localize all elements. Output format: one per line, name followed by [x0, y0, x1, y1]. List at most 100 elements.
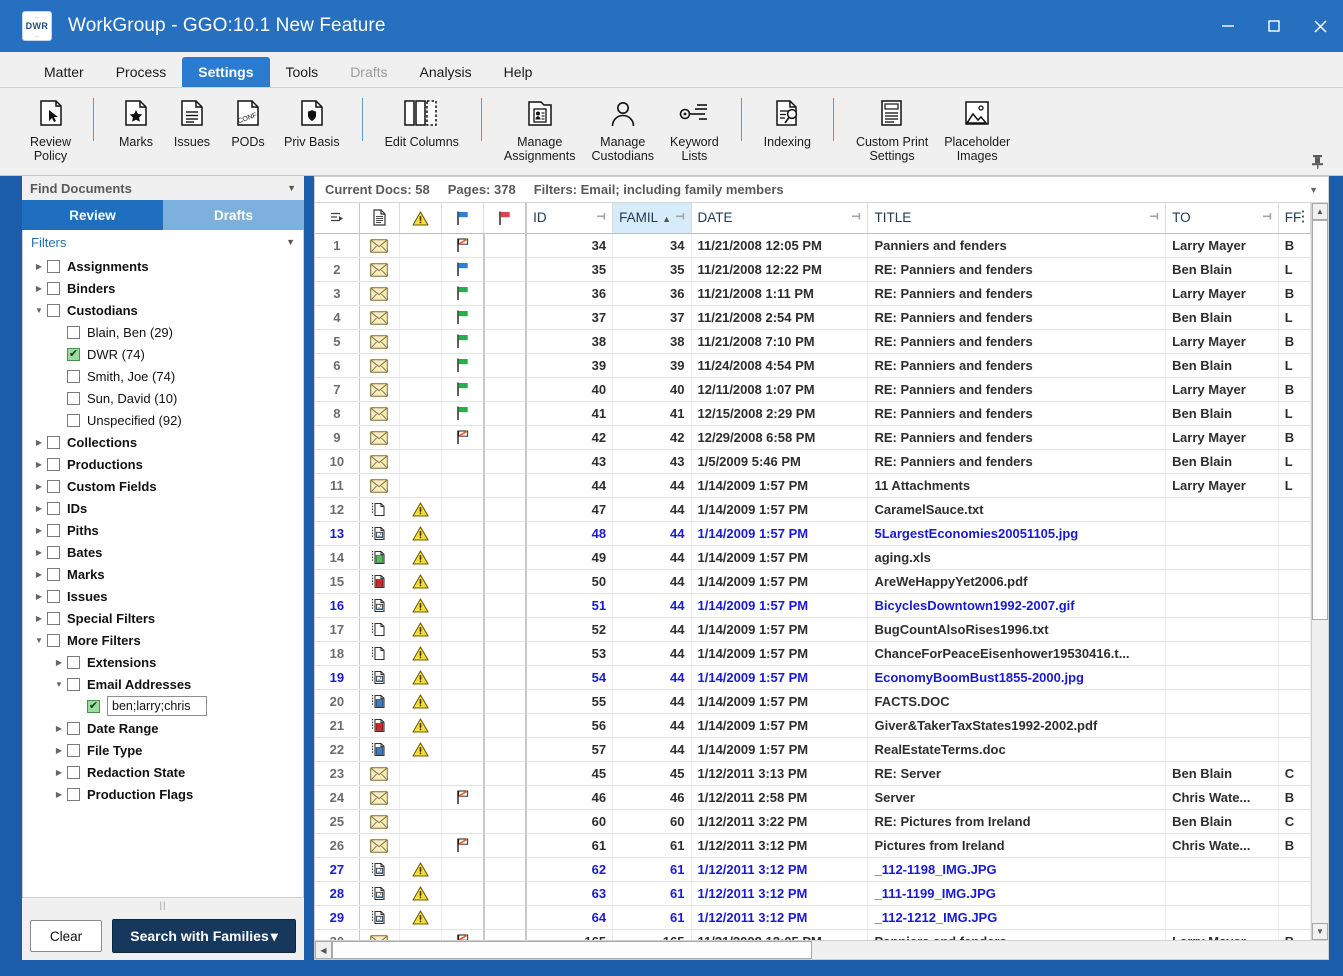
column-pin-icon[interactable] [1262, 210, 1274, 225]
search-with-families-button[interactable]: Search with Families ▾ [112, 919, 296, 953]
menu-item-tools[interactable]: Tools [270, 57, 335, 87]
chevron-right-icon[interactable]: ▶ [31, 482, 47, 491]
ribbon-button-marks[interactable]: Marks [108, 88, 164, 175]
minimize-button[interactable] [1205, 0, 1251, 52]
ribbon-button-manage-custodians[interactable]: Manage Custodians [583, 88, 662, 175]
table-row[interactable]: 14 49 44 1/14/2009 1:57 PM aging.xls [315, 545, 1312, 570]
chevron-right-icon[interactable]: ▶ [51, 658, 67, 667]
clear-button[interactable]: Clear [30, 920, 102, 952]
table-row[interactable]: 7 40 40 12/11/2008 1:07 PM RE: Panniers and … [315, 377, 1312, 402]
menu-item-process[interactable]: Process [100, 57, 183, 87]
filter-item-productions[interactable]: ▶ Productions [23, 453, 303, 475]
column-header-to[interactable]: TO [1165, 203, 1279, 234]
table-row[interactable]: 5 38 38 11/21/2008 7:10 PM RE: Panniers and … [315, 329, 1312, 354]
table-row[interactable]: 28 63 61 1/12/2011 3:12 PM _111-1199_IMG.JPG [315, 881, 1312, 906]
table-row[interactable]: 15 50 44 1/14/2009 1:57 PM AreWeHappyYet2006… [315, 569, 1312, 594]
chevron-right-icon[interactable]: ▶ [31, 614, 47, 623]
filter-item-date-range[interactable]: ▶ Date Range [23, 717, 303, 739]
filter-checkbox[interactable] [67, 347, 80, 361]
chevron-right-icon[interactable]: ▶ [31, 262, 47, 271]
menu-item-help[interactable]: Help [488, 57, 549, 87]
table-row[interactable]: 9 42 42 12/29/2008 6:58 PM RE: Panniers and … [315, 425, 1312, 450]
filter-item-issues[interactable]: ▶ Issues [23, 585, 303, 607]
column-header-doctype[interactable] [359, 203, 400, 234]
scroll-down-button[interactable]: ▼ [1312, 923, 1328, 940]
chevron-right-icon[interactable]: ▶ [31, 548, 47, 557]
filter-item-bates[interactable]: ▶ Bates [23, 541, 303, 563]
filter-checkbox[interactable] [67, 413, 80, 427]
table-row[interactable]: 26 61 61 1/12/2011 3:12 PM Pictures from Ire… [315, 833, 1312, 858]
menu-item-matter[interactable]: Matter [28, 57, 100, 87]
filter-checkbox[interactable] [67, 325, 80, 339]
table-row[interactable]: 16 51 44 1/14/2009 1:57 PM BicyclesDowntown1… [315, 593, 1312, 618]
pin-icon[interactable] [1305, 148, 1329, 174]
table-row[interactable]: 29 64 61 1/12/2011 3:12 PM _112-1212_IMG.JPG [315, 905, 1312, 930]
column-header-redflag[interactable] [483, 203, 527, 234]
filter-item-file-type[interactable]: ▶ File Type [23, 739, 303, 761]
vertical-scroll-thumb[interactable] [1312, 220, 1328, 620]
filter-checkbox[interactable] [47, 259, 60, 273]
ribbon-button-manage-assignments[interactable]: Manage Assignments [496, 88, 584, 175]
filter-item-blain-ben-29[interactable]: Blain, Ben (29) [23, 321, 303, 343]
table-row[interactable]: 27 62 61 1/12/2011 3:12 PM _112-1198_IMG.JPG [315, 857, 1312, 882]
table-row[interactable]: 19 54 44 1/14/2009 1:57 PM EconomyBoomBust18… [315, 665, 1312, 690]
filter-checkbox[interactable] [47, 479, 60, 493]
filter-checkbox[interactable] [67, 391, 80, 405]
filter-item-ids[interactable]: ▶ IDs [23, 497, 303, 519]
filter-item-binders[interactable]: ▶ Binders [23, 277, 303, 299]
table-row[interactable]: 25 60 60 1/12/2011 3:22 PM RE: Pictures from… [315, 809, 1312, 834]
filter-item-assignments[interactable]: ▶ Assignments [23, 255, 303, 277]
ribbon-button-placeholder-images[interactable]: Placeholder Images [936, 88, 1018, 175]
chevron-right-icon[interactable]: ▶ [31, 460, 47, 469]
filter-checkbox[interactable] [47, 567, 60, 581]
table-row[interactable]: 11 44 44 1/14/2009 1:57 PM 11 Attachments Lar… [315, 473, 1312, 498]
table-row[interactable]: 22 57 44 1/14/2009 1:57 PM RealEstateTerms.d… [315, 737, 1312, 762]
column-options-icon[interactable] [1300, 208, 1306, 227]
menu-item-drafts[interactable]: Drafts [334, 57, 403, 87]
table-row[interactable]: 20 55 44 1/14/2009 1:57 PM FACTS.DOC [315, 689, 1312, 714]
ribbon-button-indexing[interactable]: Indexing [756, 88, 819, 175]
scroll-left-button[interactable]: ◀ [315, 941, 332, 959]
filter-item-special-filters[interactable]: ▶ Special Filters [23, 607, 303, 629]
table-row[interactable]: 12 47 44 1/14/2009 1:57 PM CaramelSauce.txt [315, 497, 1312, 522]
chevron-right-icon[interactable]: ▶ [31, 284, 47, 293]
vertical-scrollbar[interactable]: ▲ ▼ [1311, 203, 1328, 940]
column-header-blueflag[interactable] [441, 203, 485, 234]
filter-item-custodians[interactable]: ▼ Custodians [23, 299, 303, 321]
table-row[interactable]: 3 36 36 11/21/2008 1:11 PM RE: Panniers and … [315, 281, 1312, 306]
chevron-right-icon[interactable]: ▶ [31, 504, 47, 513]
column-pin-icon[interactable] [1149, 210, 1161, 225]
ribbon-button-pods[interactable]: CONF PODs [220, 88, 276, 175]
filter-checkbox[interactable] [47, 501, 60, 515]
column-header-famil[interactable]: FAMIL ▲ [612, 203, 692, 234]
filter-item-production-flags[interactable]: ▶ Production Flags [23, 783, 303, 805]
chevron-down-icon[interactable]: ▼ [1309, 185, 1318, 195]
column-pin-icon[interactable] [851, 210, 863, 225]
filter-checkbox[interactable] [47, 303, 60, 317]
chevron-down-icon[interactable]: ▼ [287, 183, 296, 193]
filter-checkbox[interactable] [67, 721, 80, 735]
filter-checkbox[interactable] [67, 787, 80, 801]
filter-checkbox[interactable] [67, 765, 80, 779]
chevron-right-icon[interactable]: ▶ [31, 438, 47, 447]
column-pin-icon[interactable] [596, 210, 608, 225]
filter-checkbox[interactable] [67, 743, 80, 757]
table-row[interactable]: 6 39 39 11/24/2008 4:54 PM RE: Panniers and … [315, 353, 1312, 378]
tab-review[interactable]: Review [22, 200, 163, 230]
chevron-down-icon[interactable]: ▼ [51, 680, 67, 689]
filter-checkbox[interactable] [47, 281, 60, 295]
ribbon-button-edit-columns[interactable]: Edit Columns [377, 88, 467, 175]
filter-checkbox[interactable] [47, 457, 60, 471]
filter-checkbox[interactable] [47, 633, 60, 647]
filter-checkbox[interactable] [47, 545, 60, 559]
horizontal-scroll-thumb[interactable] [332, 941, 812, 959]
table-row[interactable]: 21 56 44 1/14/2009 1:57 PM Giver&TakerTaxSta… [315, 713, 1312, 738]
filter-checkbox[interactable] [47, 589, 60, 603]
filter-checkbox[interactable] [47, 523, 60, 537]
column-pin-icon[interactable] [675, 210, 687, 225]
table-row[interactable]: 13 48 44 1/14/2009 1:57 PM 5LargestEconomies… [315, 521, 1312, 546]
table-row[interactable]: 10 43 43 1/5/2009 5:46 PM RE: Panniers and f… [315, 449, 1312, 474]
ribbon-button-custom-print-settings[interactable]: Custom Print Settings [848, 88, 936, 175]
table-row[interactable]: 2 35 35 11/21/2008 12:22 PM RE: Panniers and… [315, 257, 1312, 282]
column-header-date[interactable]: DATE [691, 203, 869, 234]
